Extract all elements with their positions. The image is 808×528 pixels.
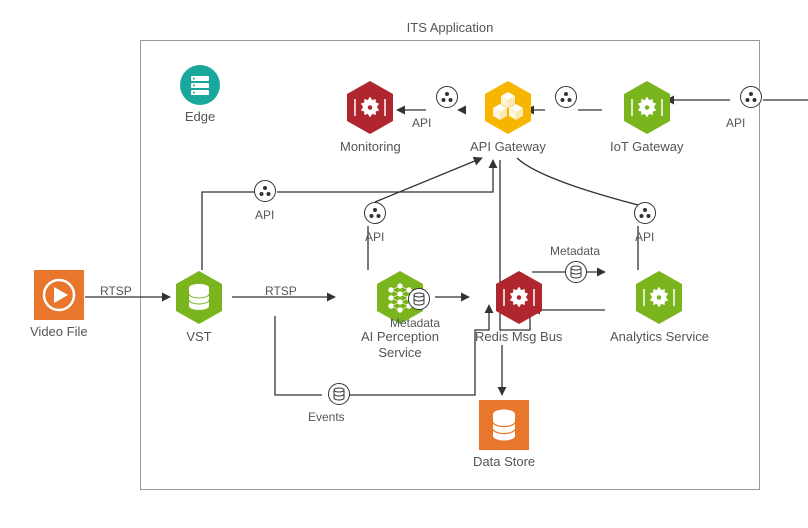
edge-label: API bbox=[726, 116, 745, 130]
node-iot-gateway: IoT Gateway bbox=[610, 80, 683, 155]
data-badge-icon bbox=[328, 383, 350, 405]
node-video-file: Video File bbox=[30, 270, 88, 340]
node-label: Analytics Service bbox=[610, 329, 709, 345]
node-api-gateway: API Gateway bbox=[470, 80, 546, 155]
node-redis: Redis Msg Bus bbox=[475, 270, 562, 345]
data-badge-icon bbox=[408, 288, 430, 310]
edge-label: RTSP bbox=[265, 284, 297, 298]
node-label: Monitoring bbox=[340, 139, 401, 155]
edge-label: API bbox=[635, 230, 654, 244]
node-label: Data Store bbox=[473, 454, 535, 470]
data-badge-icon bbox=[565, 261, 587, 283]
node-label: API Gateway bbox=[470, 139, 546, 155]
cubes-icon bbox=[484, 80, 532, 135]
gear-icon bbox=[623, 80, 671, 135]
node-monitoring: Monitoring bbox=[340, 80, 401, 155]
node-label: Edge bbox=[185, 109, 215, 125]
db-icon bbox=[479, 400, 529, 450]
api-badge-icon bbox=[555, 86, 577, 108]
play-icon bbox=[34, 270, 84, 320]
node-label: VST bbox=[186, 329, 211, 345]
db-icon bbox=[175, 270, 223, 325]
gear-icon bbox=[495, 270, 543, 325]
edge-label: RTSP bbox=[100, 284, 132, 298]
node-data-store: Data Store bbox=[473, 400, 535, 470]
node-label: IoT Gateway bbox=[610, 139, 683, 155]
server-icon bbox=[180, 65, 220, 105]
node-vst: VST bbox=[175, 270, 223, 345]
edge-label: Metadata bbox=[390, 316, 440, 330]
node-edge: Edge bbox=[180, 65, 220, 125]
node-analytics: Analytics Service bbox=[610, 270, 709, 345]
api-badge-icon bbox=[254, 180, 276, 202]
edge-label: Metadata bbox=[550, 244, 600, 258]
api-badge-icon bbox=[634, 202, 656, 224]
api-badge-icon bbox=[740, 86, 762, 108]
api-badge-icon bbox=[436, 86, 458, 108]
gear-icon bbox=[346, 80, 394, 135]
edge-label: API bbox=[412, 116, 431, 130]
edge-label: Events bbox=[308, 410, 345, 424]
node-label: Redis Msg Bus bbox=[475, 329, 562, 345]
edge-label: API bbox=[365, 230, 384, 244]
diagram-title: ITS Application bbox=[140, 20, 760, 35]
node-label: AI Perception Service bbox=[340, 329, 460, 360]
api-badge-icon bbox=[364, 202, 386, 224]
node-label: Video File bbox=[30, 324, 88, 340]
edge-label: API bbox=[255, 208, 274, 222]
gear-icon bbox=[635, 270, 683, 325]
